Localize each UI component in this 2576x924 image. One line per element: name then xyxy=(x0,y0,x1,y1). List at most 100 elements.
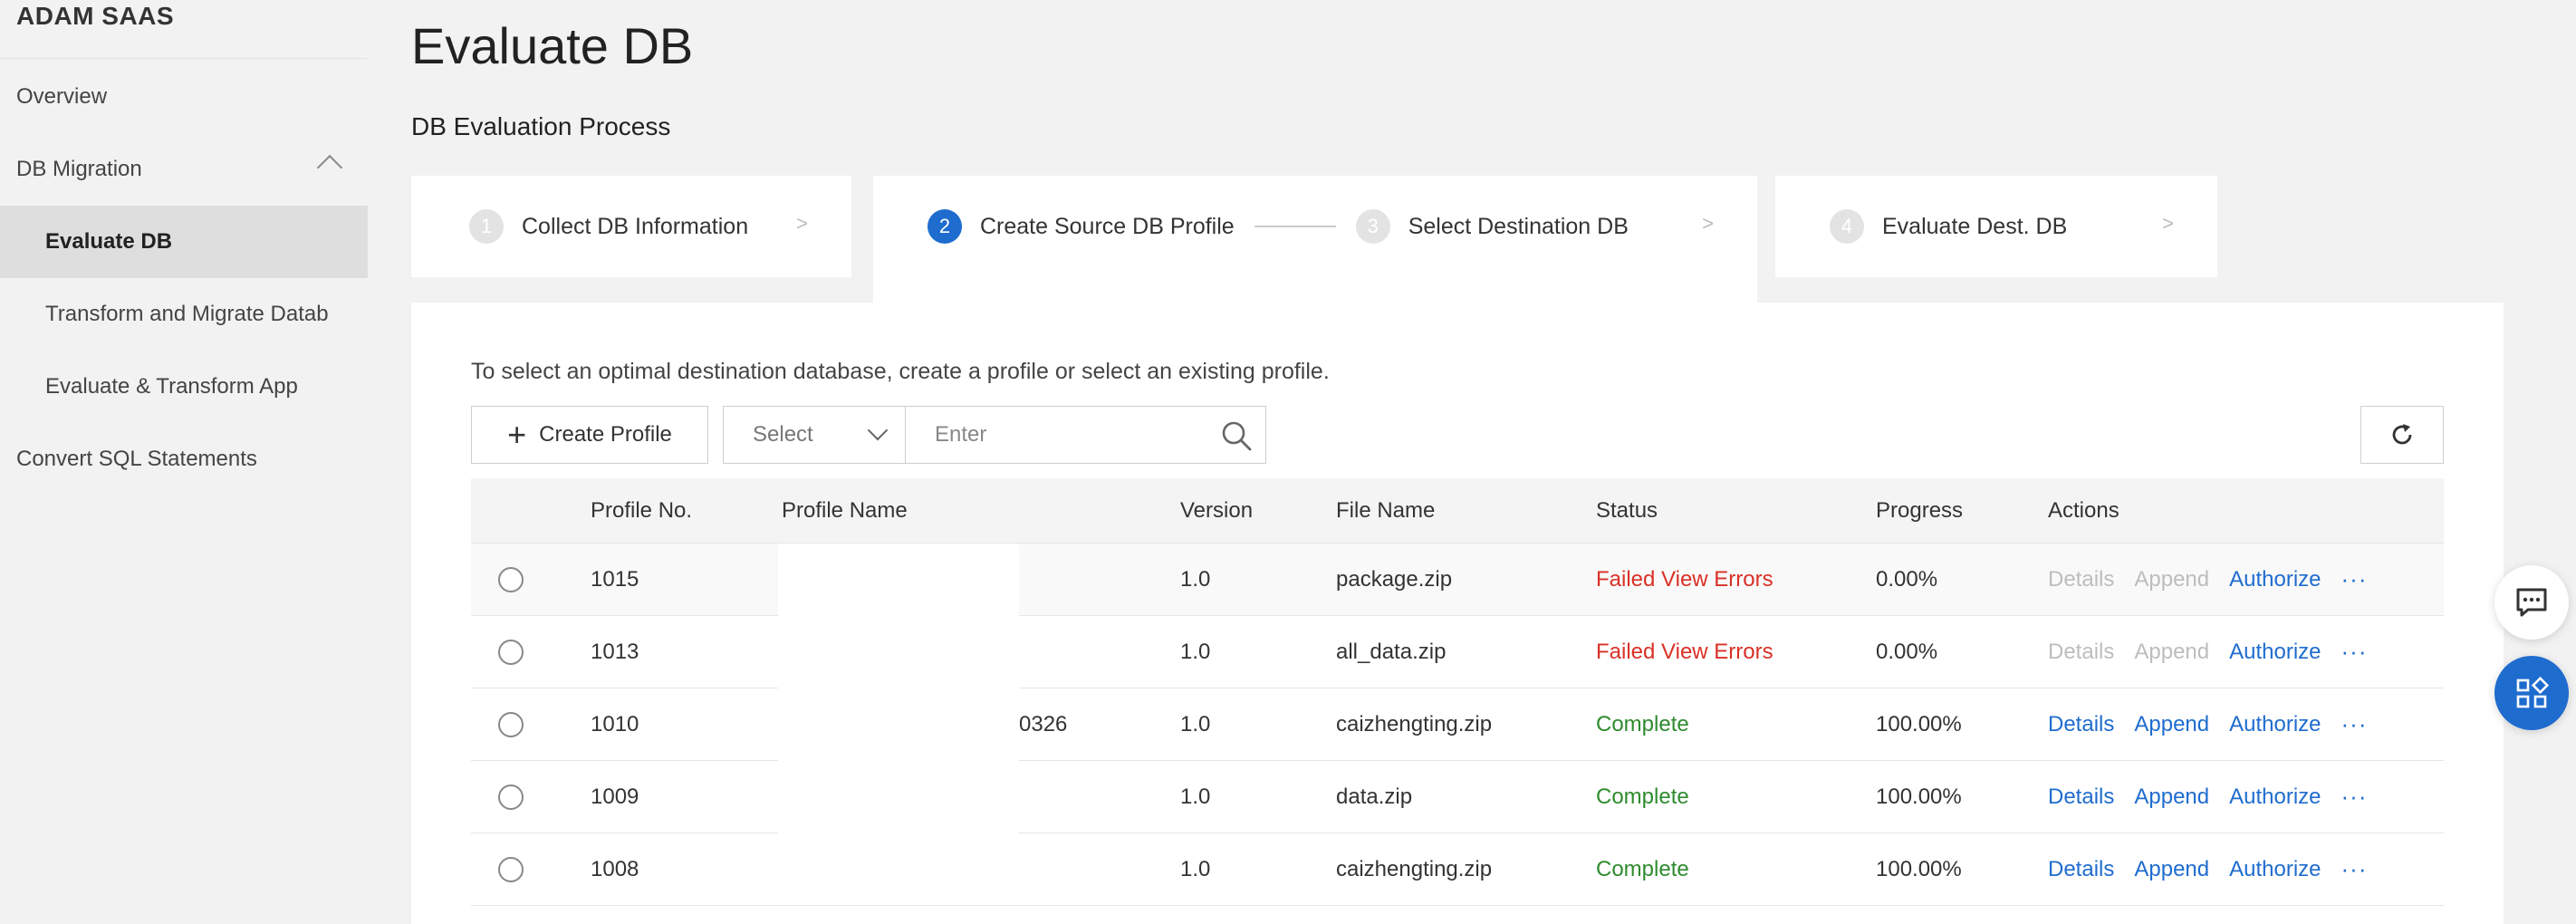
more-icon[interactable]: ··· xyxy=(2341,710,2368,738)
table-row[interactable]: 1013 1.0 all_data.zip Failed View Errors… xyxy=(471,616,2444,688)
more-icon[interactable]: ··· xyxy=(2341,565,2368,593)
sidebar-item-overview[interactable]: Overview xyxy=(0,61,368,133)
version: 1.0 xyxy=(1180,784,1211,809)
authorize-link[interactable]: Authorize xyxy=(2229,712,2321,737)
more-icon[interactable]: ··· xyxy=(2341,638,2368,666)
sidebar-item-label: Evaluate & Transform App xyxy=(45,374,298,399)
chat-button[interactable] xyxy=(2494,565,2569,640)
file-name: package.zip xyxy=(1336,566,1453,592)
step-card-collect[interactable]: 1 Collect DB Information > xyxy=(411,176,851,277)
authorize-link[interactable]: Authorize xyxy=(2229,784,2321,810)
sidebar-item-db-migration[interactable]: DB Migration xyxy=(0,133,368,206)
progress: 100.00% xyxy=(1876,784,1962,809)
step-card-evaluate-dest[interactable]: 4 Evaluate Dest. DB > xyxy=(1775,176,2217,277)
create-profile-label: Create Profile xyxy=(539,422,672,447)
profile-no: 1013 xyxy=(591,639,639,664)
header-actions: Actions xyxy=(2048,497,2119,523)
progress: 100.00% xyxy=(1876,711,1962,736)
step-collect-db-info: 1 Collect DB Information xyxy=(469,209,748,244)
status-failed[interactable]: Failed View Errors xyxy=(1596,544,1773,615)
table-row[interactable]: 1010 0326 1.0 caizhengting.zip Complete … xyxy=(471,688,2444,761)
step-number: 2 xyxy=(928,209,962,244)
step-connector xyxy=(1254,226,1336,227)
redacted-area xyxy=(778,544,1019,835)
filter-select[interactable]: Select xyxy=(723,406,906,464)
details-link[interactable]: Details xyxy=(2048,857,2114,882)
version: 1.0 xyxy=(1180,566,1211,592)
row-radio[interactable] xyxy=(498,856,524,882)
status-failed[interactable]: Failed View Errors xyxy=(1596,616,1773,688)
page-title: Evaluate DB xyxy=(411,17,694,74)
profile-no: 1010 xyxy=(591,711,639,736)
authorize-link[interactable]: Authorize xyxy=(2229,567,2321,592)
chevron-up-icon xyxy=(316,154,343,181)
step-evaluate-dest-db: 4 Evaluate Dest. DB xyxy=(1830,209,2067,244)
version: 1.0 xyxy=(1180,856,1211,881)
sidebar-item-label: Convert SQL Statements xyxy=(16,447,257,471)
append-link[interactable]: Append xyxy=(2134,857,2209,882)
brand-logo: ADAM SAAS xyxy=(16,2,175,30)
step-label: Evaluate Dest. DB xyxy=(1882,213,2068,239)
search-icon[interactable] xyxy=(1220,419,1253,452)
details-link: Details xyxy=(2048,566,2115,592)
table-row[interactable]: 1008 1.0 caizhengting.zip Complete 100.0… xyxy=(471,833,2444,906)
append-link: Append xyxy=(2134,566,2210,592)
profile-no: 1015 xyxy=(591,566,639,592)
divider xyxy=(0,58,368,59)
sidebar: ADAM SAAS Overview DB Migration Evaluate… xyxy=(0,0,368,924)
append-link[interactable]: Append xyxy=(2134,784,2209,810)
version: 1.0 xyxy=(1180,711,1211,736)
toolbar: + Create Profile Select Enter xyxy=(471,406,2444,464)
version: 1.0 xyxy=(1180,639,1211,664)
status-complete: Complete xyxy=(1596,856,1689,881)
step-card-profile[interactable]: 2 Create Source DB Profile 3 Select Dest… xyxy=(873,176,1757,303)
step-create-source-profile: 2 Create Source DB Profile xyxy=(928,209,1235,244)
profile-no: 1008 xyxy=(591,856,639,881)
table-row[interactable]: 1009 1.0 data.zip Complete 100.00% Detai… xyxy=(471,761,2444,833)
details-link[interactable]: Details xyxy=(2048,712,2114,737)
sidebar-item-label: Transform and Migrate Datab xyxy=(45,302,329,326)
row-radio[interactable] xyxy=(498,566,524,592)
profile-name: 0326 xyxy=(1019,711,1068,736)
header-status: Status xyxy=(1596,497,1658,523)
refresh-button[interactable] xyxy=(2360,406,2444,464)
refresh-icon xyxy=(2392,424,2412,445)
table-row[interactable]: 1015 1.0 package.zip Failed View Errors … xyxy=(471,544,2444,616)
apps-grid-icon xyxy=(2516,676,2550,708)
details-link: Details xyxy=(2048,639,2115,664)
sidebar-item-evaluate-db[interactable]: Evaluate DB xyxy=(0,206,368,278)
select-placeholder: Select xyxy=(753,422,813,447)
append-link: Append xyxy=(2134,639,2210,664)
more-icon[interactable]: ··· xyxy=(2341,783,2368,811)
row-radio[interactable] xyxy=(498,639,524,665)
more-icon[interactable]: ··· xyxy=(2341,855,2368,883)
chevron-down-icon xyxy=(867,419,889,441)
details-link[interactable]: Details xyxy=(2048,784,2114,810)
row-radio[interactable] xyxy=(498,711,524,737)
plus-icon: + xyxy=(507,416,527,453)
create-profile-button[interactable]: + Create Profile xyxy=(471,406,708,464)
apps-button[interactable] xyxy=(2494,656,2569,730)
step-select-destination: 3 Select Destination DB xyxy=(1355,209,1629,244)
append-link[interactable]: Append xyxy=(2134,712,2209,737)
file-name: caizhengting.zip xyxy=(1336,856,1493,881)
step-arrow-icon: > xyxy=(796,212,808,235)
sidebar-item-transform-migrate[interactable]: Transform and Migrate Datab xyxy=(0,278,368,351)
authorize-link[interactable]: Authorize xyxy=(2229,640,2321,665)
search-input[interactable]: Enter xyxy=(905,406,1266,464)
status-complete: Complete xyxy=(1596,711,1689,736)
file-name: all_data.zip xyxy=(1336,639,1447,664)
row-radio[interactable] xyxy=(498,784,524,810)
sidebar-item-evaluate-transform-app[interactable]: Evaluate & Transform App xyxy=(0,351,368,423)
step-arrow-icon: > xyxy=(2162,212,2174,235)
header-profile-no: Profile No. xyxy=(591,497,693,523)
status-complete: Complete xyxy=(1596,784,1689,809)
profile-panel: To select an optimal destination databas… xyxy=(411,303,2504,924)
step-label: Select Destination DB xyxy=(1408,213,1629,239)
authorize-link[interactable]: Authorize xyxy=(2229,857,2321,882)
progress: 0.00% xyxy=(1876,639,1938,664)
table-header: Profile No. Profile Name Version File Na… xyxy=(471,478,2444,544)
panel-description: To select an optimal destination databas… xyxy=(471,359,1330,384)
sidebar-item-convert-sql[interactable]: Convert SQL Statements xyxy=(0,423,368,496)
step-label: Collect DB Information xyxy=(522,213,749,239)
